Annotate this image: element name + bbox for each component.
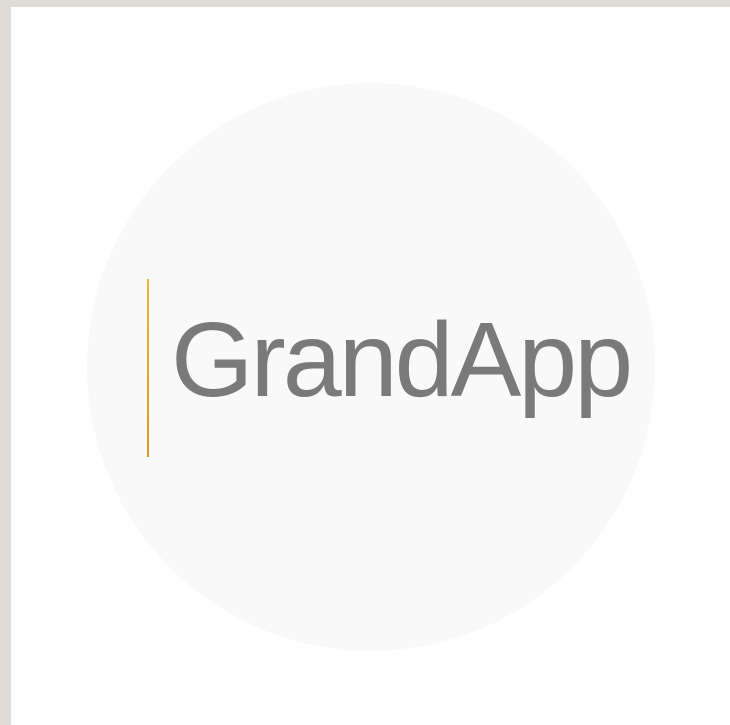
logo-accent-bar bbox=[147, 279, 149, 457]
app-wordmark: GrandApp bbox=[171, 301, 633, 419]
splash-frame: GrandApp bbox=[11, 7, 730, 725]
